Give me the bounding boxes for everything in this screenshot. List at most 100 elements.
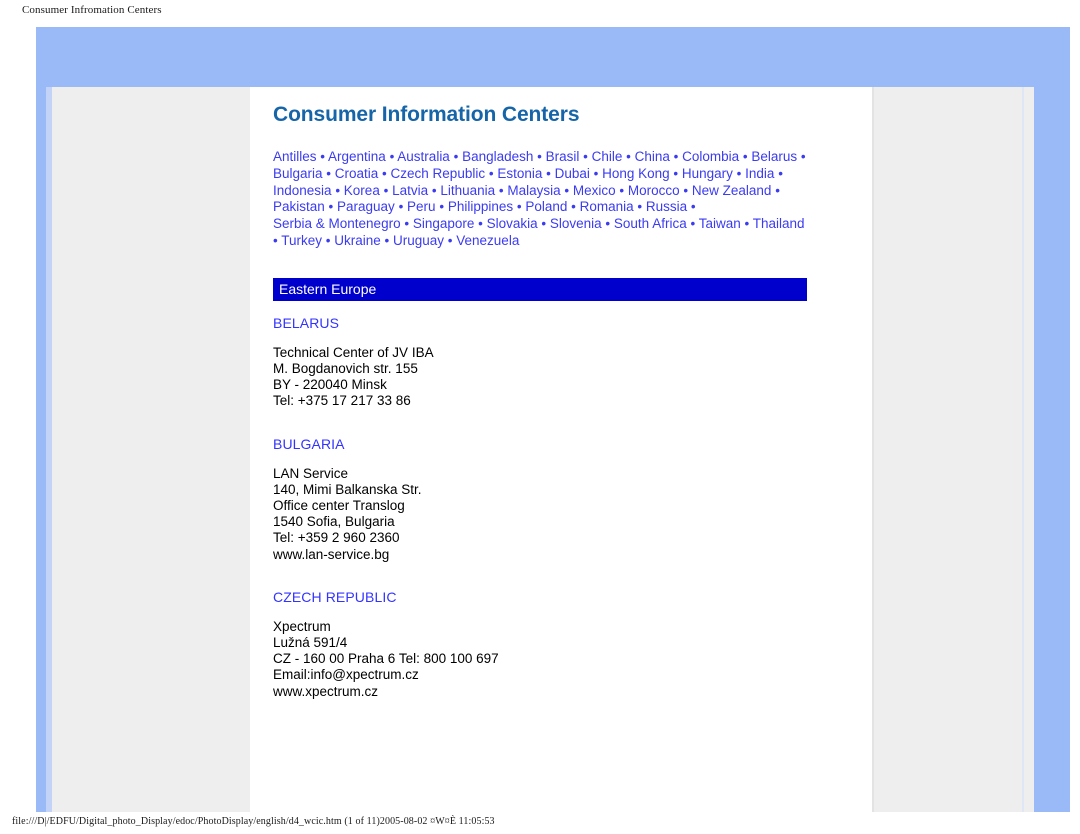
country-link-china[interactable]: China xyxy=(635,149,670,164)
browser-print-footer: file:///D|/EDFU/Digital_photo_Display/ed… xyxy=(12,816,495,827)
link-separator: • xyxy=(537,216,550,232)
country-link-pakistan[interactable]: Pakistan xyxy=(273,199,325,214)
link-separator: • xyxy=(687,199,696,215)
link-separator: • xyxy=(444,232,457,248)
sheet-far-right-edge xyxy=(1022,87,1024,812)
country-link-philippines[interactable]: Philippines xyxy=(448,199,513,214)
link-separator: • xyxy=(560,182,573,198)
country-link-list: Antilles • Argentina • Australia • Bangl… xyxy=(273,149,806,250)
country-link-hong-kong[interactable]: Hong Kong xyxy=(602,166,670,181)
address-line: Tel: +375 17 217 33 86 xyxy=(273,393,411,409)
link-separator: • xyxy=(428,182,441,198)
link-separator: • xyxy=(324,199,338,215)
link-separator: • xyxy=(567,199,580,215)
country-link-brasil[interactable]: Brasil xyxy=(546,149,580,164)
link-separator: • xyxy=(579,149,592,164)
country-link-colombia[interactable]: Colombia xyxy=(682,149,739,164)
country-link-malaysia[interactable]: Malaysia xyxy=(507,183,560,198)
country-link-new-zealand[interactable]: New Zealand xyxy=(692,183,772,198)
address-line: Email:info@xpectrum.cz xyxy=(273,667,419,683)
country-address: Xpectrum Lužná 591/4 CZ - 160 00 Praha 6 T… xyxy=(273,619,833,700)
country-link-korea[interactable]: Korea xyxy=(344,183,380,198)
link-separator: • xyxy=(669,149,683,164)
country-link-bangladesh[interactable]: Bangladesh xyxy=(462,149,533,164)
address-line: www.xpectrum.cz xyxy=(273,683,379,699)
address-line: CZ - 160 00 Praha 6 Tel: 800 100 697 xyxy=(273,651,499,667)
sheet-right-edge xyxy=(872,87,874,812)
country-link-estonia[interactable]: Estonia xyxy=(497,166,542,181)
link-separator: • xyxy=(774,165,783,181)
country-link-thailand[interactable]: Thailand xyxy=(753,216,805,231)
country-link-russia[interactable]: Russia xyxy=(646,199,687,214)
country-entry: BULGARIA LAN Service 140, Mimi Balkanska S… xyxy=(273,436,833,563)
link-separator: • xyxy=(380,232,393,248)
country-link-australia[interactable]: Australia xyxy=(397,149,450,164)
link-separator: • xyxy=(533,149,546,164)
link-separator: • xyxy=(740,216,753,232)
country-entry: CZECH REPUBLIC Xpectrum Lužná 591/4 CZ - 16… xyxy=(273,589,833,700)
country-link-romania[interactable]: Romania xyxy=(580,199,634,214)
browser-print-header: Consumer Infromation Centers xyxy=(22,4,162,16)
link-separator: • xyxy=(771,182,780,198)
country-heading-bulgaria: BULGARIA xyxy=(273,435,345,452)
link-separator: • xyxy=(400,216,413,232)
region-banner-eastern-europe: Eastern Europe xyxy=(273,277,807,301)
country-link-bulgaria[interactable]: Bulgaria xyxy=(273,166,323,181)
address-line: 140, Mimi Balkanska Str. xyxy=(273,481,422,497)
country-link-dubai[interactable]: Dubai xyxy=(555,166,590,181)
link-separator: • xyxy=(732,165,746,181)
link-separator: • xyxy=(601,216,614,232)
country-link-taiwan[interactable]: Taiwan xyxy=(699,216,741,231)
country-link-singapore[interactable]: Singapore xyxy=(413,216,475,231)
link-separator: • xyxy=(669,165,682,181)
link-separator: • xyxy=(739,149,752,164)
country-link-poland[interactable]: Poland xyxy=(525,199,567,214)
country-link-antilles[interactable]: Antilles xyxy=(273,149,317,164)
country-heading-czech-republic: CZECH REPUBLIC xyxy=(273,588,397,605)
link-separator: • xyxy=(331,182,344,198)
link-separator: • xyxy=(273,232,282,248)
country-link-argentina[interactable]: Argentina xyxy=(328,149,386,164)
link-separator: • xyxy=(322,232,335,248)
link-separator: • xyxy=(449,149,463,164)
link-separator: • xyxy=(474,216,487,232)
link-separator: • xyxy=(513,199,526,215)
country-link-morocco[interactable]: Morocco xyxy=(628,183,680,198)
link-separator: • xyxy=(615,182,628,198)
country-link-slovenia[interactable]: Slovenia xyxy=(550,216,602,231)
page-title: Consumer Information Centers xyxy=(273,103,580,126)
country-link-peru[interactable]: Peru xyxy=(407,199,436,214)
link-separator: • xyxy=(394,199,408,215)
country-link-serbia-montenegro[interactable]: Serbia & Montenegro xyxy=(273,216,401,231)
link-separator: • xyxy=(385,149,398,164)
country-link-uruguay[interactable]: Uruguay xyxy=(393,233,444,248)
country-link-czech-republic[interactable]: Czech Republic xyxy=(391,166,486,181)
country-link-venezuela[interactable]: Venezuela xyxy=(456,233,519,248)
country-heading-belarus: BELARUS xyxy=(273,314,340,331)
link-separator: • xyxy=(485,165,498,181)
country-entry: BELARUS Technical Center of JV IBA M. Bogd… xyxy=(273,315,833,410)
country-link-mexico[interactable]: Mexico xyxy=(573,183,616,198)
country-link-south-africa[interactable]: South Africa xyxy=(614,216,687,231)
link-separator: • xyxy=(542,165,555,181)
address-line: Tel: +359 2 960 2360 xyxy=(273,530,400,546)
country-link-indonesia[interactable]: Indonesia xyxy=(273,183,332,198)
country-link-paraguay[interactable]: Paraguay xyxy=(337,199,395,214)
country-link-hungary[interactable]: Hungary xyxy=(682,166,733,181)
country-link-chile[interactable]: Chile xyxy=(592,149,623,164)
address-line: Office center Translog xyxy=(273,498,405,513)
country-link-slovakia[interactable]: Slovakia xyxy=(487,216,538,231)
country-link-turkey[interactable]: Turkey xyxy=(281,233,322,248)
address-line: Lužná 591/4 xyxy=(273,635,348,651)
link-separator: • xyxy=(379,182,393,198)
country-link-latvia[interactable]: Latvia xyxy=(392,183,428,198)
country-link-ukraine[interactable]: Ukraine xyxy=(334,233,381,248)
country-link-lithuania[interactable]: Lithuania xyxy=(440,183,495,198)
link-separator: • xyxy=(378,165,391,181)
country-link-india[interactable]: India xyxy=(745,166,774,181)
link-separator: • xyxy=(589,165,603,181)
country-link-croatia[interactable]: Croatia xyxy=(335,166,379,181)
country-link-belarus[interactable]: Belarus xyxy=(751,149,797,164)
link-separator: • xyxy=(797,149,806,164)
address-line: Technical Center of JV IBA xyxy=(273,344,434,360)
